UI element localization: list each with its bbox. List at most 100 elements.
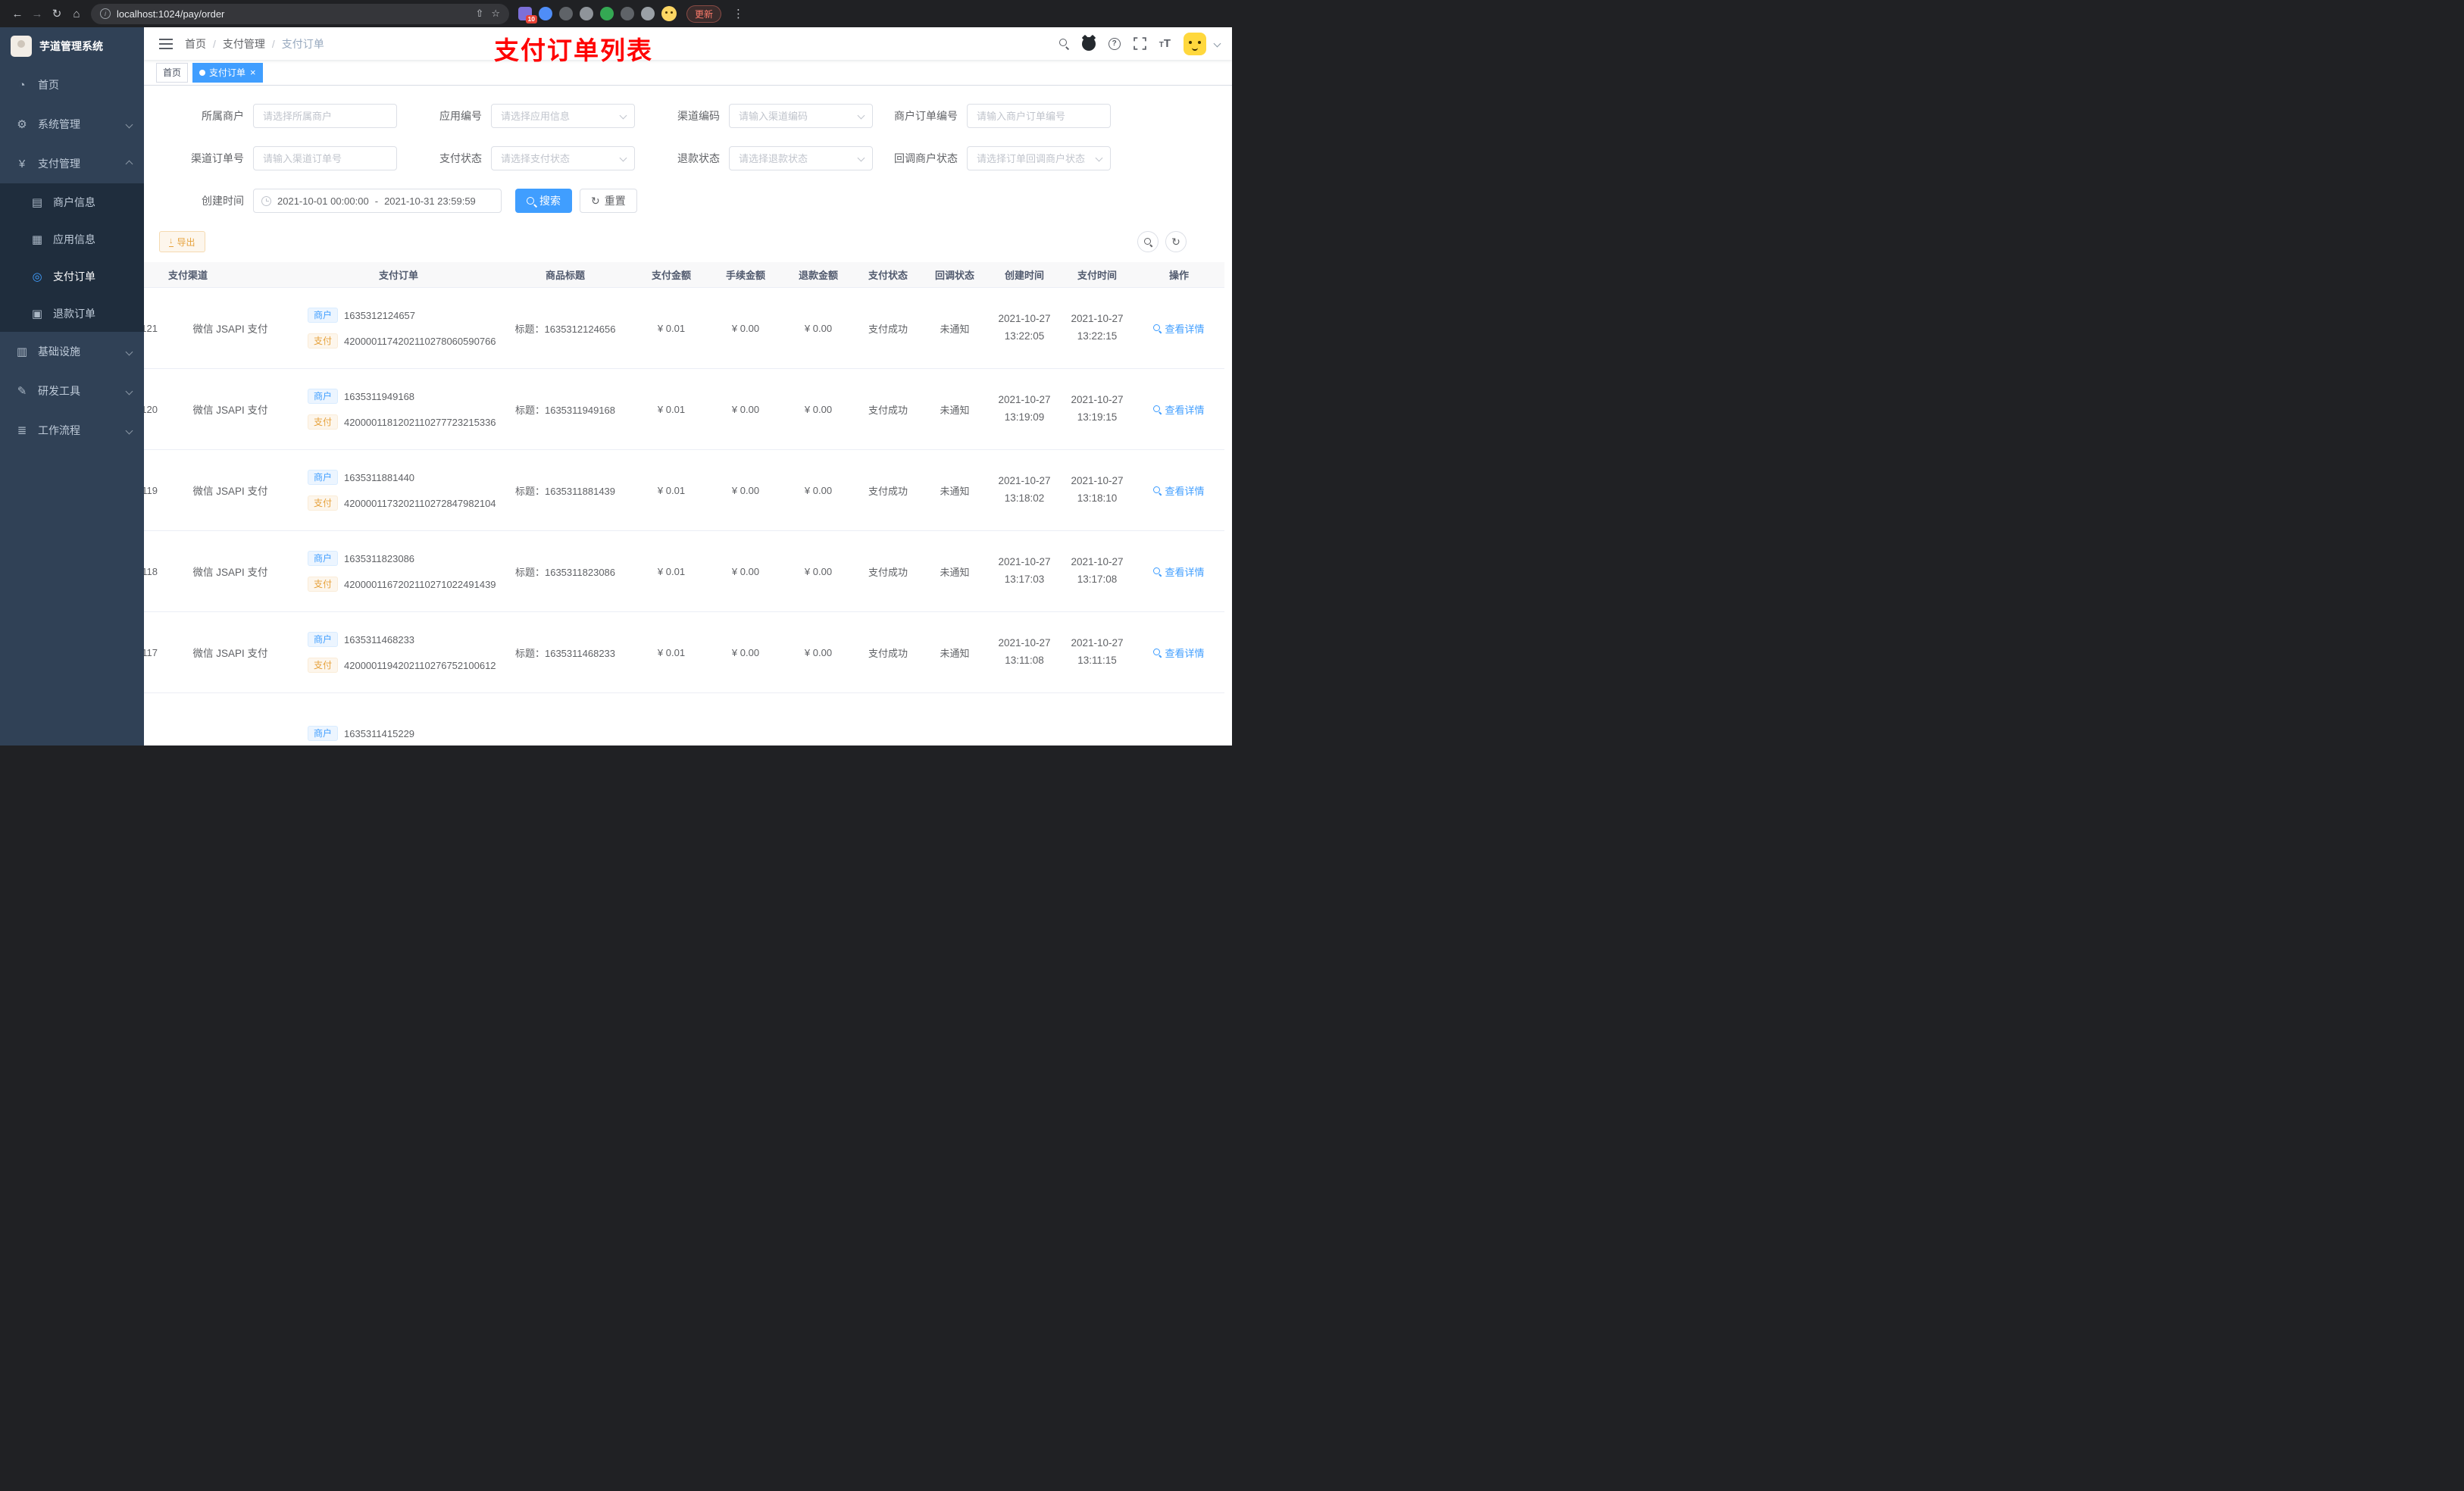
pay-tag: 支付 bbox=[308, 658, 339, 673]
column-header: 支付渠道 bbox=[168, 270, 208, 281]
cell-pay-status: 支付成功 bbox=[868, 323, 908, 335]
view-detail-link[interactable]: 查看详情 bbox=[1153, 564, 1205, 579]
pay-tag: 支付 bbox=[308, 495, 339, 511]
sidebar-item-payment[interactable]: ¥ 支付管理 bbox=[0, 144, 144, 183]
gear-icon: ⚙ bbox=[17, 118, 27, 131]
app-select[interactable] bbox=[491, 104, 635, 128]
cell-title: 标题：1635312124656 bbox=[514, 323, 616, 335]
cell-refund-amount: ¥ 0.00 bbox=[804, 565, 833, 577]
extension-icon-7[interactable] bbox=[641, 7, 655, 20]
help-icon[interactable]: ? bbox=[1108, 37, 1121, 50]
channel-order-no-input[interactable] bbox=[253, 146, 397, 170]
user-avatar[interactable] bbox=[1184, 32, 1206, 55]
field-merchant-order-no: 商户订单编号 bbox=[873, 104, 1111, 128]
date-range-input[interactable]: 2021-10-01 00:00:00 - 2021-10-31 23:59:5… bbox=[253, 189, 502, 213]
notify-status-select[interactable] bbox=[967, 146, 1111, 170]
breadcrumb-payment[interactable]: 支付管理 bbox=[223, 36, 265, 52]
extension-icon-4[interactable] bbox=[580, 7, 593, 20]
reset-button[interactable]: ↻ 重置 bbox=[580, 189, 637, 213]
refund-status-select[interactable] bbox=[729, 146, 873, 170]
share-icon[interactable]: ⇧ bbox=[475, 8, 483, 20]
font-size-icon[interactable]: TT bbox=[1159, 37, 1171, 50]
channel-code-select[interactable] bbox=[729, 104, 873, 128]
date-start[interactable]: 2021-10-01 00:00:00 bbox=[277, 195, 369, 207]
reload-icon[interactable]: ↻ bbox=[47, 7, 67, 20]
site-info-icon[interactable]: i bbox=[100, 8, 111, 19]
search-button[interactable]: 搜索 bbox=[515, 189, 572, 213]
extension-icon-2[interactable] bbox=[539, 7, 552, 20]
tab-pay-order[interactable]: 支付订单 × bbox=[192, 62, 263, 83]
column-header: 操作 bbox=[1168, 270, 1189, 281]
breadcrumb: 首页 / 支付管理 / 支付订单 bbox=[185, 36, 324, 52]
workflow-icon: ≣ bbox=[17, 424, 27, 437]
pay-status-select[interactable] bbox=[491, 146, 635, 170]
toggle-search-button[interactable] bbox=[1137, 231, 1159, 252]
tab-home[interactable]: 首页 bbox=[156, 62, 189, 83]
cell-notify-status: 未通知 bbox=[940, 404, 970, 416]
cell-pay-status: 支付成功 bbox=[868, 404, 908, 416]
sidebar-item-devtools[interactable]: ✎ 研发工具 bbox=[0, 371, 144, 411]
cell-notify-status: 未通知 bbox=[940, 485, 970, 497]
extension-icon-6[interactable] bbox=[621, 7, 634, 20]
merchant-input[interactable] bbox=[253, 104, 397, 128]
sidebar-item-system[interactable]: ⚙ 系统管理 bbox=[0, 105, 144, 144]
forward-icon[interactable]: → bbox=[27, 8, 47, 20]
column-header: 回调状态 bbox=[934, 270, 974, 281]
breadcrumb-home[interactable]: 首页 bbox=[185, 36, 206, 52]
chevron-down-icon[interactable] bbox=[1213, 39, 1221, 48]
merchant-order-no-input[interactable] bbox=[967, 104, 1111, 128]
fullscreen-icon[interactable] bbox=[1133, 37, 1146, 50]
cell-fee-amount: ¥ 0.00 bbox=[731, 484, 760, 496]
date-end[interactable]: 2021-10-31 23:59:59 bbox=[384, 195, 476, 207]
bookmark-star-icon[interactable]: ☆ bbox=[491, 8, 500, 20]
column-header: 商品标题 bbox=[545, 270, 585, 281]
back-icon[interactable]: ← bbox=[8, 8, 27, 20]
refresh-table-button[interactable]: ↻ bbox=[1165, 231, 1187, 252]
sidebar-item-app-info[interactable]: ▦ 应用信息 bbox=[0, 220, 144, 258]
browser-profile-avatar[interactable] bbox=[661, 6, 677, 21]
extension-icon-1[interactable]: 10 bbox=[518, 7, 537, 23]
cell-refund-amount: ¥ 0.00 bbox=[804, 403, 833, 415]
chevron-down-icon bbox=[125, 120, 133, 128]
sidebar-item-refund-order[interactable]: ▣ 退款订单 bbox=[0, 295, 144, 332]
view-detail-link[interactable]: 查看详情 bbox=[1153, 402, 1205, 417]
search-icon[interactable] bbox=[1058, 39, 1069, 48]
home-icon[interactable]: ⌂ bbox=[67, 8, 86, 20]
view-detail-link[interactable]: 查看详情 bbox=[1153, 321, 1205, 336]
column-header: 支付时间 bbox=[1077, 270, 1117, 281]
browser-menu-icon[interactable]: ⋮ bbox=[733, 7, 744, 20]
filter-form: 所属商户 应用编号 渠道编码 bbox=[144, 86, 1232, 213]
sidebar-item-workflow[interactable]: ≣ 工作流程 bbox=[0, 411, 144, 450]
view-detail-link[interactable]: 查看详情 bbox=[1153, 483, 1205, 498]
merchant-tag: 商户 bbox=[308, 389, 339, 404]
main: 首页 / 支付管理 / 支付订单 支付订单列表 ? TT 首页 支付订单 × 所… bbox=[144, 27, 1232, 746]
table-row: 118 微信 JSAPI 支付 商户 1635311823086 支 bbox=[144, 531, 1224, 612]
cell-pay-amount: ¥ 0.01 bbox=[657, 403, 686, 415]
cell-id: 120 bbox=[144, 403, 158, 415]
browser-chrome: ← → ↻ ⌂ i localhost:1024/pay/order ⇧ ☆ 1… bbox=[0, 0, 1232, 27]
address-bar[interactable]: i localhost:1024/pay/order ⇧ ☆ bbox=[91, 3, 509, 24]
cell-channel: 微信 JSAPI 支付 bbox=[192, 405, 268, 416]
search-icon bbox=[1143, 237, 1152, 246]
extension-icon-5[interactable] bbox=[600, 7, 614, 20]
hamburger-icon[interactable] bbox=[159, 38, 173, 49]
cell-channel: 微信 JSAPI 支付 bbox=[192, 567, 268, 578]
extension-icon-3[interactable] bbox=[559, 7, 573, 20]
sidebar-item-merchant-info[interactable]: ▤ 商户信息 bbox=[0, 183, 144, 220]
view-detail-link[interactable]: 查看详情 bbox=[1153, 645, 1205, 660]
table-row: 119 微信 JSAPI 支付 商户 1635311881440 支 bbox=[144, 450, 1224, 531]
sidebar-item-infra[interactable]: ▥ 基础设施 bbox=[0, 332, 144, 371]
update-button[interactable]: 更新 bbox=[686, 5, 722, 23]
refresh-icon: ↻ bbox=[1171, 236, 1180, 248]
cell-actions: 查看详情 bbox=[1134, 402, 1224, 417]
url-text[interactable]: localhost:1024/pay/order bbox=[117, 8, 469, 20]
github-icon[interactable] bbox=[1081, 36, 1096, 51]
sidebar-item-home[interactable]: ◔ 首页 bbox=[0, 65, 144, 105]
sidebar-item-pay-order[interactable]: ◎ 支付订单 bbox=[0, 258, 144, 295]
cell-actions: 查看详情 bbox=[1134, 321, 1224, 336]
cell-create-time: 2021-10-27 13:22:05 bbox=[998, 313, 1051, 342]
close-icon[interactable]: × bbox=[250, 67, 256, 77]
logo-image bbox=[11, 36, 32, 57]
field-merchant: 所属商户 bbox=[159, 104, 397, 128]
export-button[interactable]: ↓ 导出 bbox=[159, 231, 205, 252]
